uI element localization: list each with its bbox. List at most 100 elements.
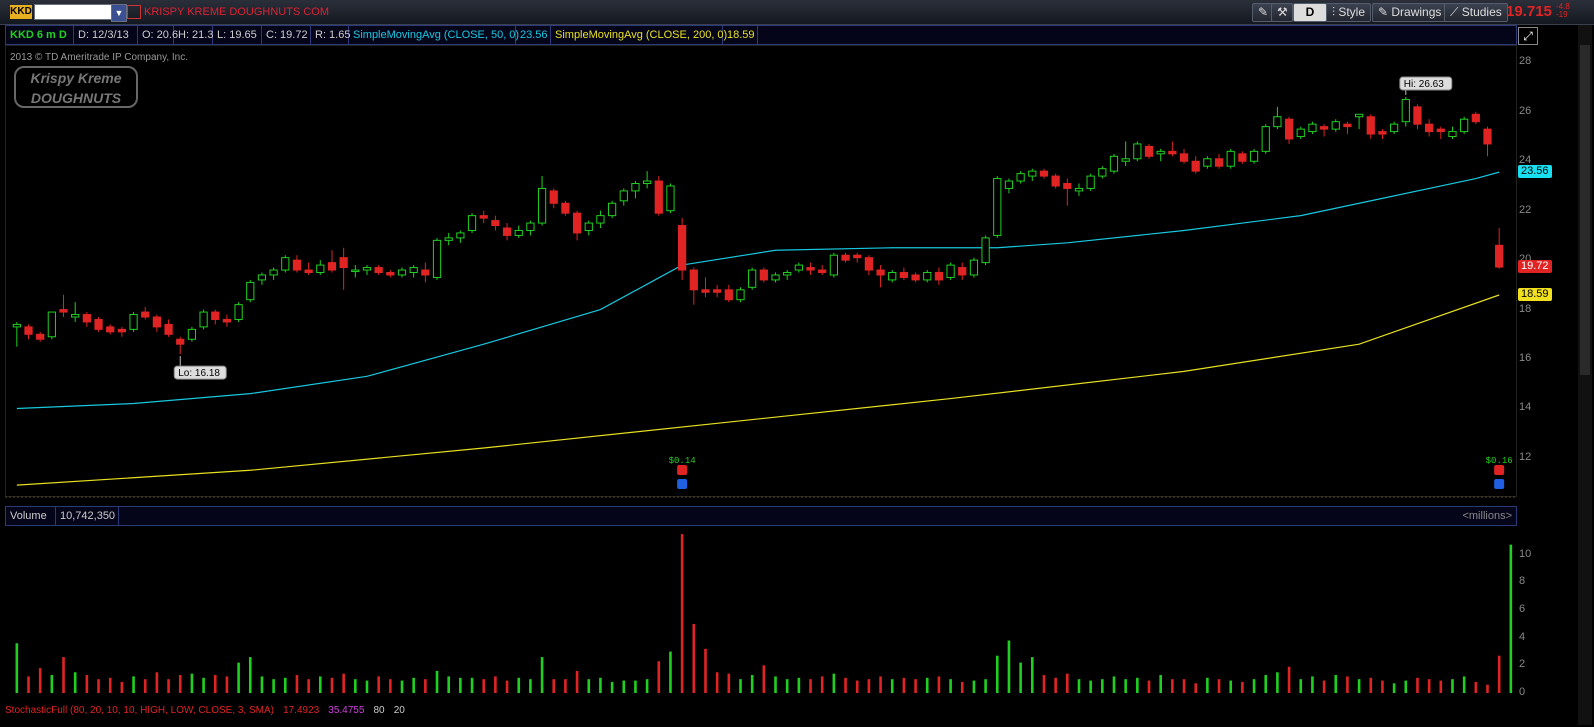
candle-body <box>619 190 628 202</box>
candle-body <box>234 304 243 320</box>
right-price-axis[interactable]: 28262422201816141223.5619.7218.591086420 <box>1515 45 1575 725</box>
candle-body <box>1460 118 1469 133</box>
ticker-period[interactable]: KKD 6 m D <box>6 26 74 44</box>
stoch-label[interactable]: StochasticFull (80, 20, 10, 10, HIGH, LO… <box>5 705 274 716</box>
volume-bar <box>354 679 357 693</box>
candle-body <box>654 180 663 214</box>
sma50-line <box>16 171 1500 410</box>
volume-bar <box>307 679 310 693</box>
price-axis-tick: 28 <box>1519 55 1532 68</box>
candle-body <box>911 274 920 281</box>
study-header-bar: KKD 6 m D D: 12/3/13 O: 20.6 H: 21.3 L: … <box>5 25 1517 45</box>
chart-svg[interactable]: Hi: 26.63 Lo: 16.18 $0.14 $0.16 <box>5 45 1515 725</box>
volume-bar <box>319 676 322 693</box>
dividend-1-info-icon <box>677 479 688 489</box>
volume-bar <box>1276 672 1279 693</box>
volume-bar <box>342 673 345 693</box>
volume-bar <box>1346 676 1349 693</box>
volume-bar <box>1392 683 1396 693</box>
candle-body <box>993 178 1002 236</box>
candle-body <box>176 338 185 345</box>
candle-body <box>106 326 115 333</box>
volume-bar <box>972 680 976 693</box>
candle-body <box>1425 123 1434 133</box>
candle-body <box>689 269 698 291</box>
candle-body <box>514 229 523 236</box>
drawings-button[interactable]: ✎ Drawings <box>1372 3 1448 22</box>
sma200-label[interactable]: SimpleMovingAvg (CLOSE, 200, 0) <box>551 26 727 44</box>
scrollbar-thumb[interactable] <box>1580 45 1590 375</box>
volume-bar <box>1182 679 1186 693</box>
candle-body <box>1226 150 1235 167</box>
volume-bar <box>925 677 929 693</box>
bar-high: H: 21.3 <box>174 26 213 44</box>
volume-bar <box>785 679 789 693</box>
volume-bar <box>1322 680 1326 693</box>
style-label: Style <box>1338 5 1366 19</box>
candle-body <box>292 259 302 271</box>
volume-axis-tick: 0 <box>1519 686 1526 698</box>
candle-body <box>94 318 103 330</box>
volume-label[interactable]: Volume <box>6 507 56 525</box>
link-icon[interactable] <box>127 5 141 19</box>
candle-body <box>759 269 768 281</box>
volume-bar <box>1124 679 1127 693</box>
volume-bar <box>937 676 941 693</box>
volume-bar <box>1007 640 1011 693</box>
candle-body <box>829 254 838 276</box>
volume-bar <box>447 676 450 693</box>
price-axis-tick: 16 <box>1519 352 1532 365</box>
volume-bar <box>1497 655 1501 693</box>
style-button[interactable]: ⫶ Style <box>1326 3 1372 22</box>
candle-body <box>631 183 640 192</box>
volume-bar <box>1474 681 1478 693</box>
volume-bar <box>1194 683 1197 693</box>
settings-tool-icon[interactable]: ⚒ <box>1271 3 1293 22</box>
candle-body <box>432 239 442 278</box>
candle-body <box>1004 180 1014 189</box>
volume-bar <box>914 679 917 693</box>
volume-bar <box>132 676 135 693</box>
candle-body <box>748 269 757 288</box>
sma50-label[interactable]: SimpleMovingAvg (CLOSE, 50, 0) <box>349 26 519 44</box>
price-axis-tick: 18 <box>1519 302 1532 315</box>
candle-body <box>1028 170 1037 177</box>
volume-bar <box>529 679 532 693</box>
bar-open: O: 20.6 <box>138 26 178 44</box>
studies-button[interactable]: ⟋ Studies <box>1444 3 1508 22</box>
volume-bar <box>1462 676 1466 693</box>
volume-bar <box>272 679 275 693</box>
volume-bar <box>248 657 252 693</box>
candle-body <box>164 323 173 335</box>
volume-bar <box>389 679 392 693</box>
volume-axis-tick: 10 <box>1519 547 1532 560</box>
volume-bar <box>459 677 462 693</box>
sma200-line <box>16 294 1500 486</box>
candle-body <box>362 267 372 271</box>
candle-body <box>1366 116 1375 135</box>
volume-bar <box>482 679 486 693</box>
volume-bar <box>645 679 649 693</box>
candle-body <box>339 257 348 269</box>
volume-bar <box>634 680 637 693</box>
volume-bar <box>879 676 882 693</box>
symbol-input[interactable] <box>34 4 112 20</box>
period-button[interactable]: D <box>1293 3 1327 22</box>
pencil-icon: ✎ <box>1378 5 1392 19</box>
expand-axis-icon[interactable]: ⤢ <box>1518 27 1538 45</box>
symbol-dropdown-icon[interactable]: ▼ <box>111 4 127 22</box>
candle-body <box>117 328 127 333</box>
dividend-2-phone-icon <box>1494 465 1505 475</box>
volume-bar <box>610 681 614 693</box>
symbol-badge[interactable]: KKD <box>10 5 32 19</box>
bar-low: L: 19.65 <box>213 26 262 44</box>
studies-label: Studies <box>1461 5 1502 19</box>
candle-body <box>958 267 967 276</box>
candle-body <box>1471 113 1480 123</box>
candle-body <box>456 232 465 239</box>
volume-bar <box>1066 673 1069 693</box>
candle-body <box>841 254 850 261</box>
volume-bar <box>365 680 369 693</box>
candle-body <box>1098 168 1107 177</box>
candle-body <box>572 212 582 234</box>
